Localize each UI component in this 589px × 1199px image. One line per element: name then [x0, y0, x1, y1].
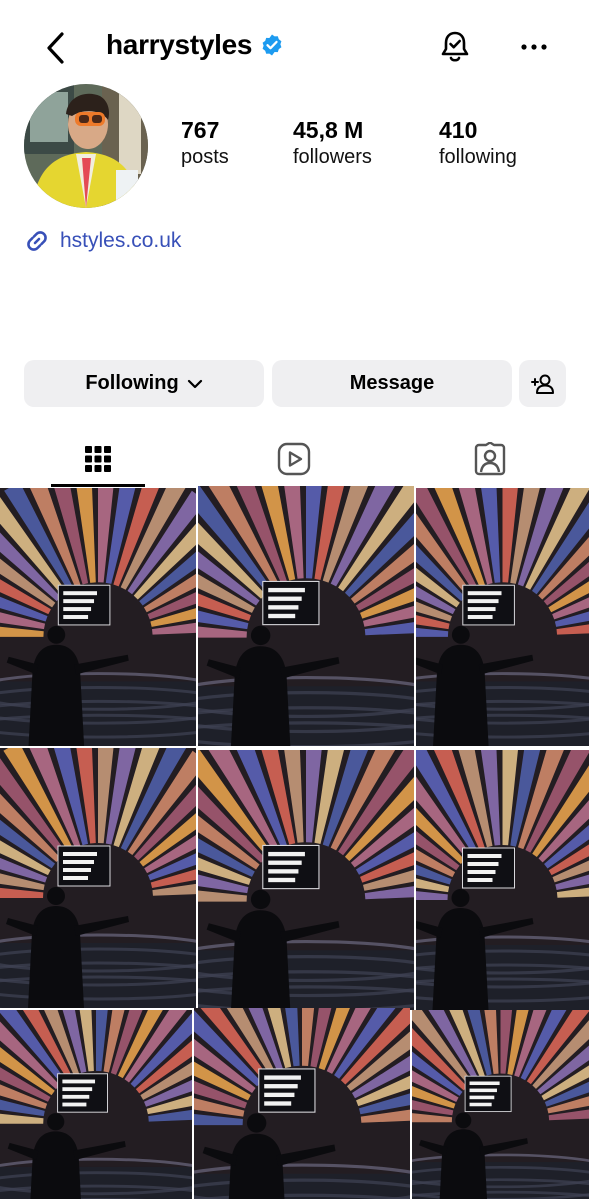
post-image: [198, 750, 414, 1010]
grid-post[interactable]: [198, 486, 414, 746]
add-user-icon: [530, 374, 554, 394]
active-tab-indicator: [51, 484, 145, 487]
grid-post[interactable]: [198, 750, 414, 1010]
grid-post[interactable]: [194, 1008, 410, 1199]
grid-post[interactable]: [412, 1010, 589, 1199]
following-label: following: [439, 146, 517, 168]
grid-post[interactable]: [0, 488, 196, 746]
post-image: [0, 1010, 192, 1199]
post-image: [412, 1010, 589, 1199]
reels-icon: [277, 442, 311, 476]
grid-icon: [85, 446, 111, 472]
followers-stat[interactable]: 45,8 M followers: [293, 116, 372, 170]
message-button-label: Message: [349, 372, 435, 394]
profile-username: harrystyles: [106, 29, 284, 61]
verified-badge-icon: [262, 34, 282, 56]
more-options-button[interactable]: [512, 26, 556, 68]
post-image: [416, 750, 589, 1010]
message-button[interactable]: Message: [272, 360, 512, 407]
posts-stat[interactable]: 767 posts: [181, 116, 229, 170]
followers-count: 45,8 M: [293, 117, 364, 143]
post-image: [198, 486, 414, 746]
tab-reels[interactable]: [196, 430, 392, 488]
back-button[interactable]: [36, 28, 76, 68]
post-image: [416, 488, 589, 746]
add-user-button[interactable]: [519, 360, 566, 407]
following-count: 410: [439, 117, 478, 143]
post-image: [194, 1008, 410, 1199]
profile-header: harrystyles: [0, 0, 589, 95]
following-button-label: Following: [85, 372, 179, 394]
grid-post[interactable]: [0, 748, 196, 1008]
followers-label: followers: [293, 146, 372, 168]
grid-post[interactable]: [416, 750, 589, 1010]
post-image: [0, 748, 196, 1008]
posts-grid: [0, 486, 589, 1199]
profile-link[interactable]: hstyles.co.uk: [24, 228, 181, 254]
notifications-button[interactable]: [434, 26, 476, 68]
following-button[interactable]: Following: [24, 360, 264, 407]
tab-tagged[interactable]: [392, 430, 588, 488]
grid-post[interactable]: [416, 488, 589, 746]
profile-tabs: [0, 430, 589, 488]
profile-avatar[interactable]: [24, 84, 148, 208]
chevron-left-icon: [47, 32, 64, 64]
grid-post[interactable]: [0, 1010, 192, 1199]
username-text: harrystyles: [106, 29, 253, 60]
tab-posts[interactable]: [0, 430, 196, 488]
link-icon: [27, 231, 47, 251]
more-horizontal-icon: [521, 44, 547, 50]
post-image: [0, 488, 196, 746]
posts-count: 767: [181, 117, 220, 143]
profile-link-text: hstyles.co.uk: [60, 229, 182, 252]
following-stat[interactable]: 410 following: [439, 116, 517, 170]
bell-icon: [441, 31, 469, 62]
tagged-icon: [474, 442, 506, 476]
avatar-image: [24, 84, 148, 208]
posts-label: posts: [181, 146, 229, 168]
chevron-down-icon: [187, 379, 202, 388]
